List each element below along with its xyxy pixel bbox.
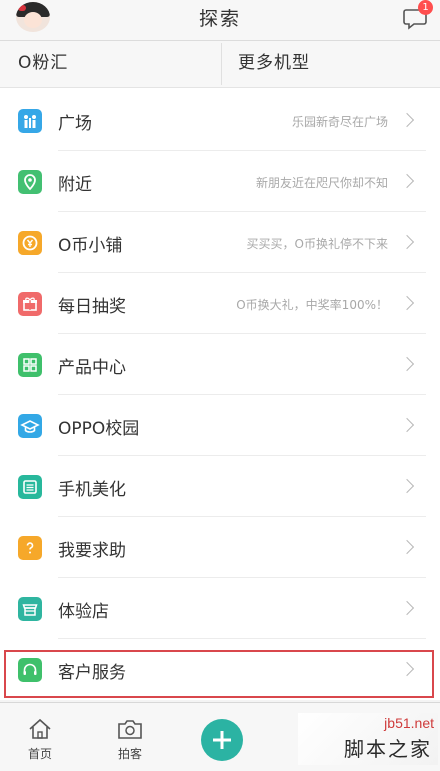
- theme-icon: [18, 475, 42, 499]
- menu-item-label: 产品中心: [58, 358, 126, 378]
- menu-item-label: 我要求助: [58, 541, 126, 561]
- menu-item-experience-store[interactable]: 体验店: [0, 579, 440, 639]
- menu-item-label: 每日抽奖: [58, 297, 126, 317]
- top-header: 探索 1: [0, 0, 440, 41]
- menu-item-product-center[interactable]: 产品中心: [0, 335, 440, 395]
- menu-item-daily-lottery[interactable]: 每日抽奖 O币换大礼，中奖率100%！: [0, 274, 440, 334]
- highlight-frame: [4, 650, 434, 698]
- menu-item-desc: 乐园新奇尽在广场: [291, 115, 388, 129]
- question-icon: [18, 536, 42, 560]
- add-post-button[interactable]: [201, 719, 243, 761]
- menu-item-coin-shop[interactable]: O币小铺 买买买，O币换礼停不下来: [0, 213, 440, 273]
- watermark-url: jb51.net: [384, 715, 434, 731]
- divider: [58, 638, 426, 639]
- page-title: 探索: [198, 8, 241, 30]
- nav-home[interactable]: 首页: [18, 717, 62, 762]
- divider: [58, 211, 426, 212]
- divider: [58, 577, 426, 578]
- menu-item-label: 体验店: [58, 602, 109, 622]
- watermark: jb51.net 脚本之家: [298, 713, 438, 765]
- divider: [58, 272, 426, 273]
- chevron-right-icon: [399, 234, 415, 250]
- chevron-right-icon: [399, 600, 415, 616]
- menu-item-label: OPPO校园: [58, 419, 140, 439]
- tab-divider: [221, 43, 222, 85]
- camera-icon: [118, 720, 142, 739]
- menu-item-oppo-campus[interactable]: OPPO校园: [0, 396, 440, 456]
- nav-photo-label: 拍客: [117, 747, 142, 761]
- notification-badge: 1: [418, 0, 433, 15]
- nav-home-label: 首页: [27, 747, 52, 761]
- menu-item-desc: 新朋友近在咫尺你却不知: [255, 176, 388, 190]
- chevron-right-icon: [399, 356, 415, 372]
- menu-item-label: 广场: [58, 114, 92, 134]
- menu-item-phone-theme[interactable]: 手机美化: [0, 457, 440, 517]
- tab-ofenhui[interactable]: O粉汇: [18, 48, 68, 73]
- menu-item-label: 手机美化: [58, 480, 126, 500]
- divider: [58, 516, 426, 517]
- chevron-right-icon: [399, 112, 415, 128]
- tab-bar: O粉汇 更多机型: [0, 41, 440, 88]
- bottom-nav: 首页 拍客 jb51.net 脚本之家: [0, 702, 440, 771]
- menu-item-label: O币小铺: [58, 236, 123, 256]
- menu-item-desc: 买买买，O币换礼停不下来: [246, 237, 388, 251]
- menu-item-plaza[interactable]: 广场 乐园新奇尽在广场: [0, 91, 440, 151]
- plaza-icon: [18, 109, 42, 133]
- location-pin-icon: [18, 170, 42, 194]
- tab-more-models[interactable]: 更多机型: [238, 48, 310, 73]
- home-icon: [29, 718, 51, 739]
- menu-list: 广场 乐园新奇尽在广场 附近 新朋友近在咫尺你却不知 O币小铺 买买买，O币换礼…: [0, 88, 440, 700]
- chevron-right-icon: [399, 295, 415, 311]
- chevron-right-icon: [399, 173, 415, 189]
- coin-icon: [18, 231, 42, 255]
- plus-icon: [213, 731, 231, 749]
- menu-item-help[interactable]: 我要求助: [0, 518, 440, 578]
- chevron-right-icon: [399, 417, 415, 433]
- gift-icon: [18, 292, 42, 316]
- menu-item-label: 附近: [58, 175, 92, 195]
- divider: [58, 333, 426, 334]
- divider: [58, 394, 426, 395]
- grid-icon: [18, 353, 42, 377]
- menu-item-desc: O币换大礼，中奖率100%！: [236, 298, 388, 312]
- graduation-cap-icon: [18, 414, 42, 438]
- nav-photo[interactable]: 拍客: [108, 717, 152, 762]
- store-icon: [18, 597, 42, 621]
- divider: [58, 455, 426, 456]
- chevron-right-icon: [399, 539, 415, 555]
- menu-item-nearby[interactable]: 附近 新朋友近在咫尺你却不知: [0, 152, 440, 212]
- chevron-right-icon: [399, 478, 415, 494]
- watermark-name: 脚本之家: [344, 737, 432, 761]
- divider: [58, 150, 426, 151]
